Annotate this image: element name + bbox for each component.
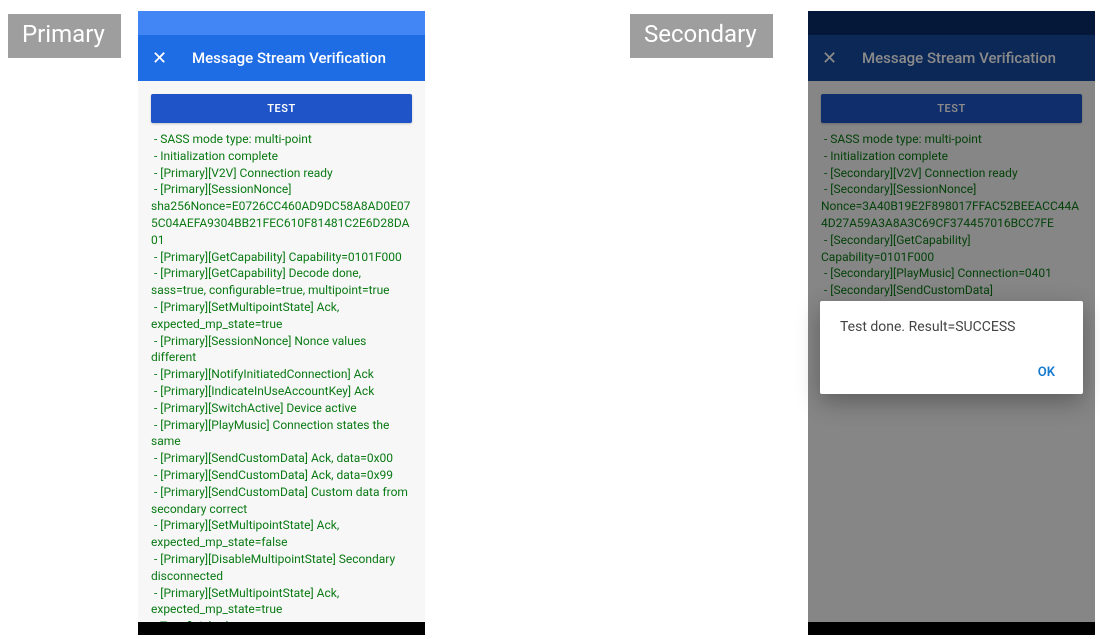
screen-title: Message Stream Verification	[192, 49, 386, 67]
test-button[interactable]: TEST	[151, 94, 412, 123]
navigation-bar	[138, 622, 425, 635]
status-bar	[138, 11, 425, 35]
content-area: TEST - SASS mode type: multi-point - Ini…	[138, 81, 425, 622]
primary-label: Primary	[8, 14, 121, 58]
app-bar: ✕ Message Stream Verification	[138, 35, 425, 81]
secondary-phone: ✕ Message Stream Verification TEST - SAS…	[808, 11, 1095, 635]
dialog-actions: OK	[840, 359, 1063, 386]
primary-log: - SASS mode type: multi-point - Initiali…	[151, 131, 412, 635]
primary-phone: ✕ Message Stream Verification TEST - SAS…	[138, 11, 425, 635]
ok-button[interactable]: OK	[1030, 359, 1063, 386]
close-icon[interactable]: ✕	[152, 48, 172, 69]
dialog-message: Test done. Result=SUCCESS	[840, 319, 1063, 359]
secondary-label: Secondary	[630, 14, 773, 58]
result-dialog: Test done. Result=SUCCESS OK	[820, 301, 1083, 394]
